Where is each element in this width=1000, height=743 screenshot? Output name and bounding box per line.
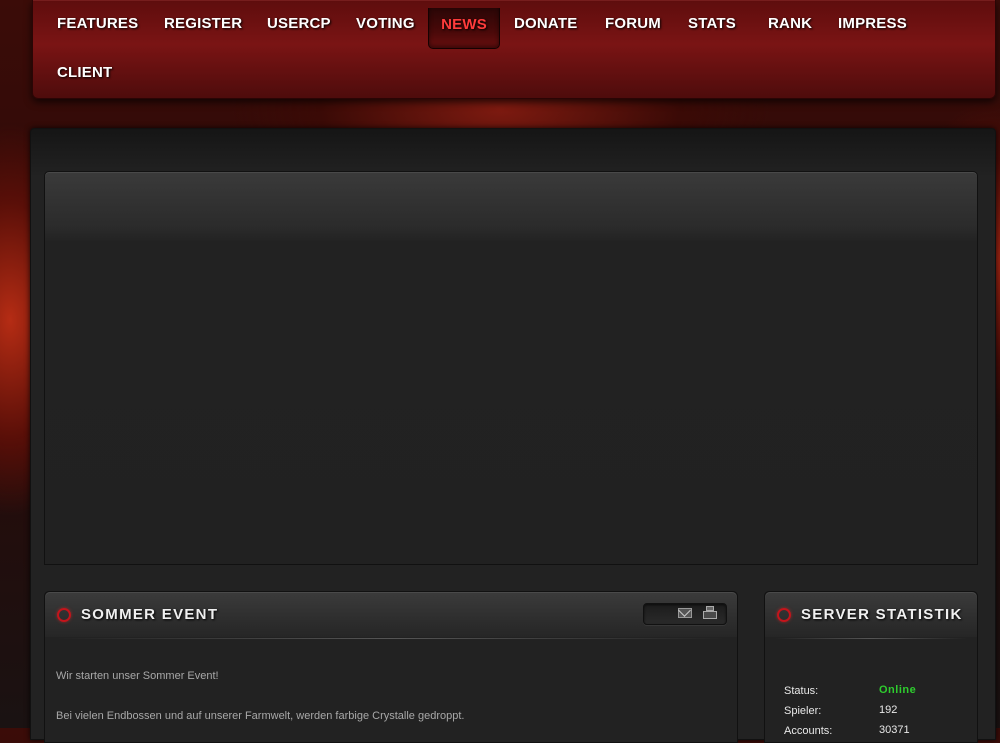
nav-item-news[interactable]: NEWS: [428, 8, 500, 49]
stat-label-status: Status:: [784, 685, 819, 697]
news-box: SOMMER EVENT Wir starten unser Sommer Ev…: [44, 591, 738, 743]
news-title: SOMMER EVENT: [81, 606, 219, 623]
nav-item-features[interactable]: FEATURES: [57, 0, 138, 40]
nav-item-donate[interactable]: DONATE: [514, 0, 577, 40]
server-stats-box: SERVER STATISTIK Status: Online Spieler:…: [764, 591, 978, 743]
server-stats-title: SERVER STATISTIK: [801, 606, 963, 623]
nav-item-forum[interactable]: FORUM: [605, 0, 661, 40]
nav-item-stats[interactable]: STATS: [688, 0, 736, 40]
server-stats-divider: [775, 638, 967, 639]
nav-item-register[interactable]: REGISTER: [164, 0, 242, 40]
stat-label-accounts: Accounts:: [784, 725, 833, 737]
stat-value-status: Online: [879, 684, 917, 696]
news-paragraph: Bei vielen Endbossen und auf unserer Far…: [56, 710, 465, 722]
nav-item-voting[interactable]: VOTING: [356, 0, 415, 40]
print-icon[interactable]: [702, 606, 718, 622]
news-paragraph: Wir starten unser Sommer Event!: [56, 670, 219, 682]
ring-bullet-icon: [57, 608, 71, 622]
stat-label-players: Spieler:: [784, 705, 822, 717]
main-navigation: FEATURES REGISTER USERCP VOTING NEWS DON…: [32, 0, 996, 99]
nav-item-rank[interactable]: RANK: [768, 0, 812, 40]
news-box-divider: [55, 638, 727, 639]
banner-slider: [44, 171, 978, 565]
news-tools: [643, 603, 727, 625]
nav-item-impress[interactable]: IMPRESS: [838, 0, 907, 40]
nav-item-client[interactable]: CLIENT: [57, 49, 112, 89]
stat-value-accounts: 30371: [879, 724, 910, 736]
ring-bullet-icon: [777, 608, 791, 622]
nav-item-usercp[interactable]: USERCP: [267, 0, 331, 40]
mail-icon[interactable]: [678, 608, 692, 618]
stat-value-players: 192: [879, 704, 898, 716]
